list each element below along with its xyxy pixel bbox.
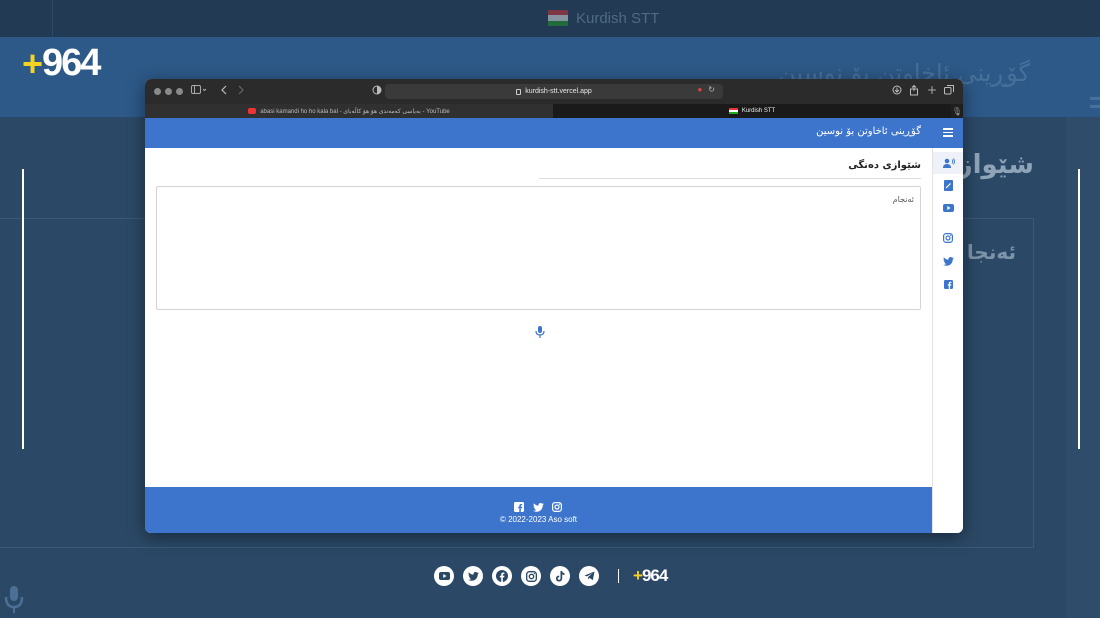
sidebar-item-twitter[interactable] [941, 254, 955, 268]
address-bar[interactable]: kurdish-stt.vercel.app ● ↻ [385, 84, 723, 99]
background-mic-icon [4, 586, 24, 614]
app-header: گۆڕینی ئاخاوتن بۆ نوسین [145, 118, 963, 148]
tab-overview-icon[interactable] [944, 85, 954, 99]
youtube-icon [248, 108, 257, 114]
app-title: گۆڕینی ئاخاوتن بۆ نوسین [816, 126, 921, 137]
document-icon [943, 179, 953, 191]
tab-label: Kurdish STT [741, 108, 776, 114]
twitter-icon [942, 256, 954, 266]
logo-plus: + [633, 566, 643, 585]
brand-logo: + 964 [22, 42, 101, 85]
tab-label: abasi kamandi ho ho kala bal - بەیاسی کە… [260, 108, 450, 115]
copyright-text: © 2022-2023 Aso soft [499, 515, 578, 524]
hamburger-menu-icon[interactable] [943, 128, 953, 137]
sidebar-item-instagram[interactable] [941, 231, 955, 245]
tab-youtube[interactable]: abasi kamandi ho ho kala bal - بەیاسی کە… [145, 104, 553, 118]
kurdistan-flag-icon [548, 10, 568, 26]
result-textarea[interactable]: ئەنجام [156, 186, 921, 310]
sidebar-toggle-icon[interactable] [191, 85, 207, 99]
mic-icon[interactable]: ● [697, 85, 702, 94]
logo-number: 964 [42, 42, 101, 84]
section-title: شێوازی دەنگی [848, 160, 921, 171]
frame-line-left [22, 169, 24, 449]
facebook-icon [943, 279, 953, 289]
app-footer: © 2022-2023 Aso soft [145, 487, 932, 533]
twitter-icon[interactable] [463, 566, 483, 586]
forward-icon[interactable] [237, 85, 245, 99]
window-controls[interactable] [154, 88, 183, 95]
logo-plus: + [22, 42, 43, 84]
voice-user-icon [942, 158, 955, 168]
youtube-icon [942, 204, 954, 212]
tab-divider [52, 0, 53, 37]
background-tab-title: Kurdish STT [548, 8, 659, 28]
background-tab-label: Kurdish STT [576, 9, 660, 27]
brand-logo-small[interactable]: +964 [633, 566, 668, 586]
frame-line-right [1078, 169, 1080, 449]
tab-bar: abasi kamandi ho ho kala bal - بەیاسی کە… [145, 104, 963, 118]
new-tab-icon[interactable]: + [927, 84, 937, 96]
browser-window: kurdish-stt.vercel.app ● ↻ + abasi kaman… [145, 79, 963, 533]
kurdistan-flag-icon [728, 108, 738, 114]
facebook-icon[interactable] [492, 566, 512, 586]
tab-kurdish-stt[interactable]: Kurdish STT [553, 104, 951, 118]
background-sidebar [1066, 117, 1100, 618]
record-mic-button[interactable] [535, 323, 545, 338]
app-sidebar [932, 148, 963, 533]
share-icon[interactable] [909, 84, 919, 100]
browser-toolbar: kurdish-stt.vercel.app ● ↻ + [145, 79, 963, 104]
sidebar-item-voice[interactable] [933, 152, 963, 174]
facebook-icon[interactable] [514, 497, 524, 512]
sidebar-item-facebook[interactable] [941, 277, 955, 291]
result-label: ئەنجام [892, 195, 914, 204]
background-result-label: ئەنجا [966, 240, 1016, 264]
reload-icon[interactable]: ↻ [708, 85, 715, 94]
sidebar-item-youtube[interactable] [941, 201, 955, 215]
instagram-icon[interactable] [552, 497, 563, 513]
logo-number: 964 [641, 566, 668, 585]
download-icon[interactable] [892, 85, 902, 99]
instagram-icon [943, 233, 953, 243]
tiktok-icon[interactable] [550, 566, 570, 586]
telegram-icon[interactable] [579, 566, 599, 586]
youtube-icon[interactable] [434, 566, 454, 586]
shield-icon[interactable] [372, 85, 382, 99]
sidebar-item-document[interactable] [941, 178, 955, 192]
instagram-icon[interactable] [521, 566, 541, 586]
social-divider [618, 569, 619, 583]
url-text: kurdish-stt.vercel.app [525, 88, 592, 95]
social-bar: +964 [434, 566, 668, 586]
twitter-icon[interactable] [533, 497, 544, 512]
back-icon[interactable] [220, 85, 228, 99]
lock-icon [516, 88, 522, 95]
tab-mic-icon[interactable]: 🎙 [951, 104, 963, 118]
main-content: شێوازی دەنگی ئەنجام [145, 148, 932, 487]
section-divider [539, 178, 921, 179]
